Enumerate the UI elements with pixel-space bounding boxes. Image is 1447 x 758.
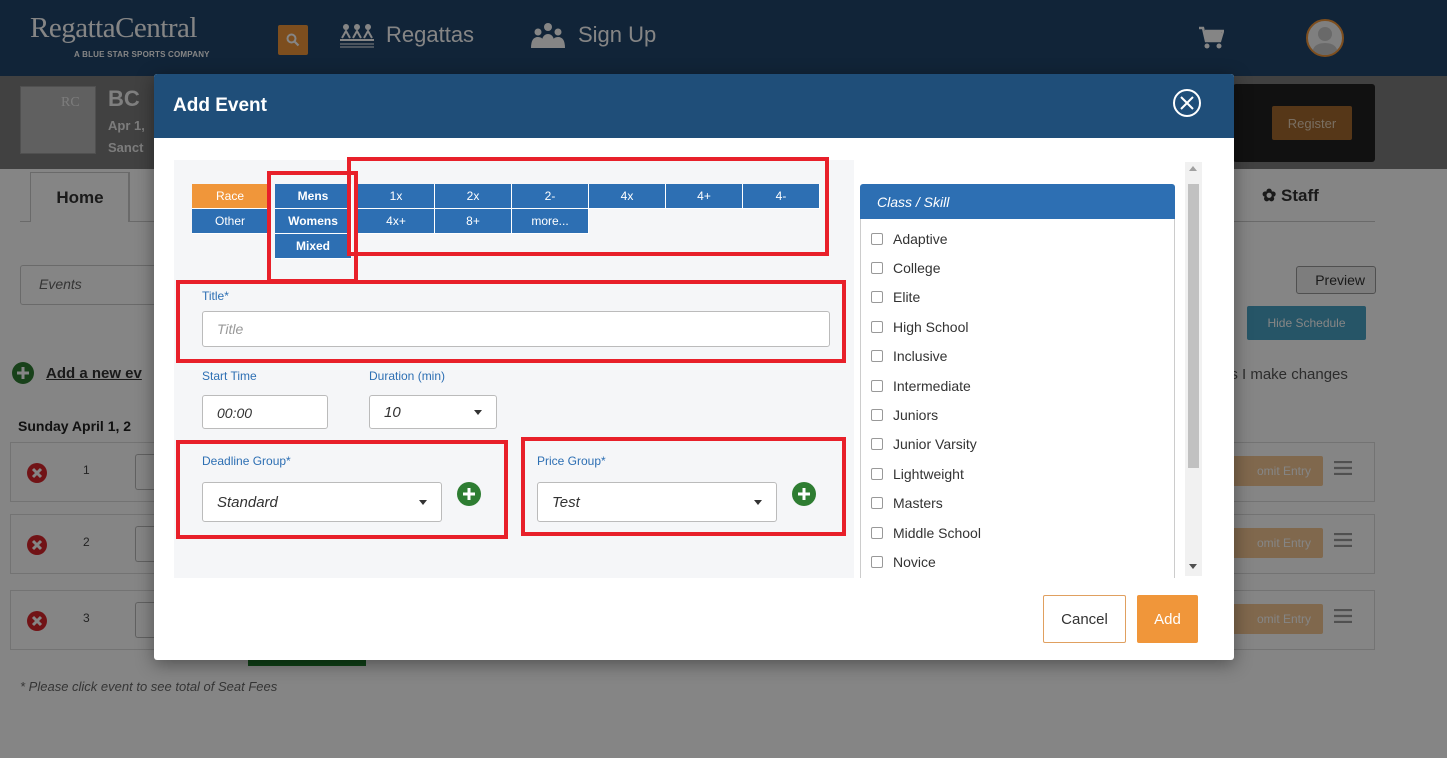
- class-label: Adaptive: [893, 231, 948, 247]
- class-label: Juniors: [893, 407, 939, 423]
- class-label: High School: [893, 319, 969, 335]
- chevron-down-icon: [419, 499, 427, 505]
- class-checkbox-intermediate[interactable]: Intermediate: [871, 378, 971, 394]
- deadline-group-label: Deadline Group*: [202, 454, 291, 468]
- checkbox[interactable]: [871, 291, 883, 303]
- start-time-label: Start Time: [202, 369, 257, 383]
- class-checkbox-juniors[interactable]: Juniors: [871, 407, 938, 423]
- class-label: Lightweight: [893, 466, 964, 482]
- checkbox[interactable]: [871, 556, 883, 568]
- add-event-dialog: Add Event Race Other Mens Womens Mixed 1…: [154, 74, 1234, 660]
- cancel-button[interactable]: Cancel: [1043, 595, 1126, 643]
- scrollbar-thumb[interactable]: [1188, 184, 1199, 468]
- class-checkbox-high-school[interactable]: High School: [871, 319, 969, 335]
- checkbox[interactable]: [871, 497, 883, 509]
- boat-4-minus-button[interactable]: 4-: [743, 184, 820, 209]
- class-label: Masters: [893, 495, 943, 511]
- add-price-group-icon[interactable]: [792, 482, 816, 506]
- deadline-group-select[interactable]: Standard: [202, 482, 442, 522]
- class-checkbox-masters[interactable]: Masters: [871, 495, 943, 511]
- chevron-down-icon: [474, 409, 482, 415]
- boat-2-minus-button[interactable]: 2-: [512, 184, 589, 209]
- class-skill-header: Class / Skill: [860, 184, 1175, 219]
- dialog-header: Add Event: [154, 74, 1234, 138]
- checkbox[interactable]: [871, 321, 883, 333]
- class-checkbox-college[interactable]: College: [871, 260, 940, 276]
- price-group-select[interactable]: Test: [537, 482, 777, 522]
- boat-4x-button[interactable]: 4x: [589, 184, 666, 209]
- class-label: Middle School: [893, 525, 981, 541]
- scroll-up-arrow-icon[interactable]: [1189, 166, 1197, 171]
- price-group-value: Test: [552, 493, 580, 511]
- class-label: College: [893, 260, 941, 276]
- boat-more-button[interactable]: more...: [512, 209, 589, 234]
- duration-label: Duration (min): [369, 369, 446, 383]
- duration-select[interactable]: 10: [369, 395, 497, 429]
- checkbox[interactable]: [871, 438, 883, 450]
- checkbox[interactable]: [871, 380, 883, 392]
- boat-8-plus-button[interactable]: 8+: [435, 209, 512, 234]
- start-time-input[interactable]: 00:00: [202, 395, 328, 429]
- close-icon[interactable]: [1172, 88, 1202, 118]
- deadline-group-value: Standard: [217, 493, 278, 511]
- checkbox[interactable]: [871, 468, 883, 480]
- class-checkbox-elite[interactable]: Elite: [871, 289, 920, 305]
- boat-2x-button[interactable]: 2x: [435, 184, 512, 209]
- class-checkbox-lightweight[interactable]: Lightweight: [871, 466, 964, 482]
- class-checkbox-junior-varsity[interactable]: Junior Varsity: [871, 436, 977, 452]
- scroll-down-arrow-icon[interactable]: [1189, 564, 1197, 569]
- class-label: Elite: [893, 289, 921, 305]
- class-checkbox-middle-school[interactable]: Middle School: [871, 525, 981, 541]
- dialog-title: Add Event: [173, 95, 267, 116]
- class-label: Novice: [893, 554, 936, 570]
- gender-mens-button[interactable]: Mens: [275, 184, 352, 209]
- type-other-button[interactable]: Other: [192, 209, 269, 234]
- checkbox[interactable]: [871, 527, 883, 539]
- class-skill-list[interactable]: Adaptive College Elite High School Inclu…: [860, 219, 1175, 578]
- checkbox[interactable]: [871, 350, 883, 362]
- checkbox[interactable]: [871, 262, 883, 274]
- class-label: Junior Varsity: [893, 436, 977, 452]
- checkbox[interactable]: [871, 409, 883, 421]
- title-label: Title*: [202, 289, 229, 303]
- chevron-down-icon: [754, 499, 762, 505]
- gender-mixed-button[interactable]: Mixed: [275, 234, 352, 259]
- gender-womens-button[interactable]: Womens: [275, 209, 352, 234]
- dialog-body: Race Other Mens Womens Mixed 1x 2x 2- 4x…: [174, 160, 1202, 578]
- boat-1x-button[interactable]: 1x: [358, 184, 435, 209]
- price-group-label: Price Group*: [537, 454, 606, 468]
- add-deadline-group-icon[interactable]: [457, 482, 481, 506]
- boat-4x-plus-button[interactable]: 4x+: [358, 209, 435, 234]
- title-input[interactable]: Title: [202, 311, 830, 347]
- class-label: Intermediate: [893, 378, 971, 394]
- event-form: Race Other Mens Womens Mixed 1x 2x 2- 4x…: [174, 160, 854, 578]
- duration-value: 10: [384, 403, 401, 421]
- add-button[interactable]: Add: [1137, 595, 1198, 643]
- checkbox[interactable]: [871, 233, 883, 245]
- class-checkbox-adaptive[interactable]: Adaptive: [871, 231, 947, 247]
- boat-4-plus-button[interactable]: 4+: [666, 184, 743, 209]
- dialog-scrollbar[interactable]: [1185, 162, 1202, 576]
- class-label: Inclusive: [893, 348, 948, 364]
- type-race-button[interactable]: Race: [192, 184, 269, 209]
- class-checkbox-novice[interactable]: Novice: [871, 554, 936, 570]
- class-checkbox-inclusive[interactable]: Inclusive: [871, 348, 947, 364]
